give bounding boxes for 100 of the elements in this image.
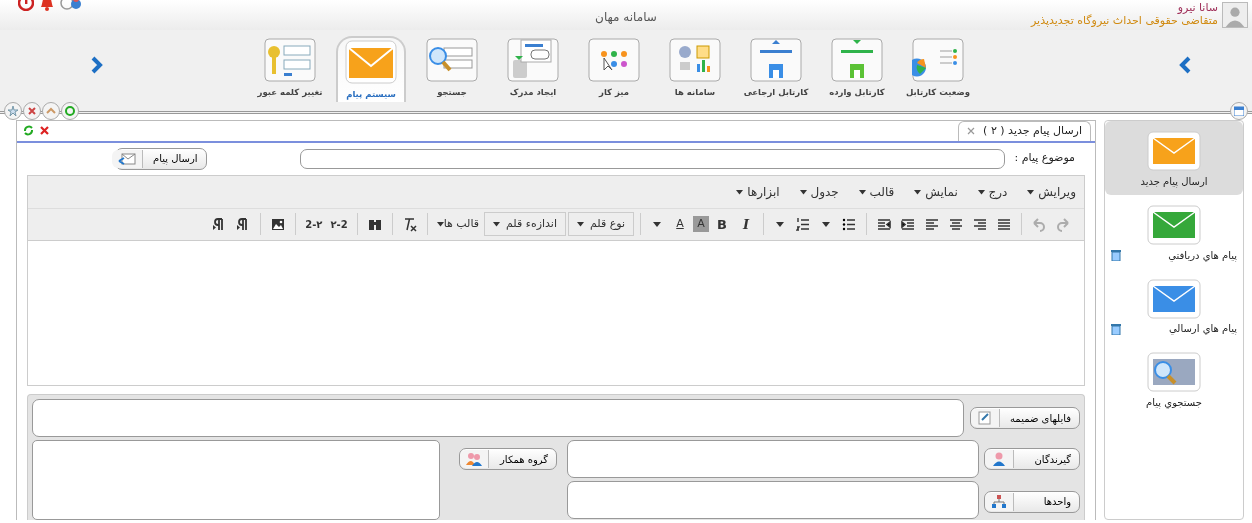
tile-icon — [345, 40, 397, 84]
star-icon — [8, 106, 18, 116]
bell-icon[interactable] — [39, 0, 54, 11]
pin-button[interactable] — [4, 102, 22, 120]
menu-item[interactable]: نمایش — [914, 182, 958, 201]
close-icon — [27, 106, 37, 116]
toolbar-tile[interactable]: کارتابل ارجاعی — [741, 30, 811, 102]
tile-icon — [426, 38, 478, 82]
menu-item[interactable]: درج — [977, 182, 1008, 201]
font-dropdown[interactable]: اندازهء قلم — [484, 212, 566, 237]
tile-icon — [588, 38, 640, 82]
align-center-icon — [949, 216, 963, 232]
tile-icon — [831, 38, 883, 82]
tile-icon — [912, 38, 964, 82]
group-field[interactable] — [32, 440, 440, 520]
toolbar-tile[interactable]: سامانه ها — [660, 30, 730, 102]
subject-field[interactable] — [299, 148, 1005, 169]
chevron-up-icon — [46, 106, 56, 116]
caret-icon — [977, 189, 985, 195]
caret-icon — [1027, 189, 1035, 195]
recipients-field[interactable] — [566, 440, 979, 478]
person-icon — [991, 452, 1007, 466]
caret-icon — [799, 189, 807, 195]
template-menu[interactable]: قالب ها — [433, 212, 483, 237]
toolbar-tile[interactable]: جستجو — [417, 30, 487, 102]
refresh-icon — [65, 106, 75, 116]
send-button[interactable]: ارسال پیام — [114, 147, 207, 170]
reply-icon — [118, 152, 137, 165]
caret-icon — [493, 221, 501, 227]
trash-icon[interactable] — [1111, 249, 1121, 261]
format-button[interactable]: 2-۲ — [302, 212, 326, 237]
justify-icon — [997, 216, 1011, 232]
clear-format-icon — [402, 216, 417, 232]
format-button[interactable]: B — [711, 212, 733, 237]
tile-icon — [669, 38, 721, 82]
toolbar-tile[interactable]: ایجاد مدرک — [498, 30, 568, 102]
close-button[interactable] — [23, 102, 41, 120]
chevron-left-icon[interactable] — [1178, 56, 1192, 74]
align-left-icon — [925, 216, 939, 232]
toolbar-tile[interactable]: وضعیت کارتابل — [903, 30, 973, 102]
trash-icon[interactable] — [1111, 322, 1121, 335]
user-name: سانا نیرو — [1176, 2, 1218, 15]
format-button[interactable]: A — [669, 212, 691, 237]
tile-icon — [507, 38, 559, 82]
caret-icon — [914, 189, 922, 195]
calendar-button[interactable] — [1230, 102, 1248, 120]
collapse-button[interactable] — [42, 102, 60, 120]
user-role: متقاضی حقوقی احداث نیروگاه تجدیدپذیر — [1031, 14, 1218, 28]
bullet-list-icon — [842, 216, 856, 232]
toolbar-tile[interactable]: میز کار — [579, 30, 649, 102]
sidebar-item[interactable]: پیام هاي ارسالي — [1105, 268, 1243, 343]
recipients-button[interactable]: گیرندگان — [984, 448, 1080, 470]
menu-item[interactable]: ابزارها — [736, 182, 780, 201]
people-icon — [466, 452, 482, 466]
undo-icon — [1032, 216, 1046, 232]
attachment-icon — [977, 411, 993, 426]
attachments-field[interactable] — [32, 399, 965, 438]
outdent-icon — [877, 216, 891, 232]
toolbar-tile[interactable]: سیستم پیام — [336, 36, 406, 102]
redo-icon — [1056, 216, 1070, 232]
sidebar-item[interactable]: پیام هاي دريافتي — [1105, 194, 1243, 269]
close-icon — [967, 127, 976, 136]
close-icon[interactable] — [39, 126, 49, 136]
subject-label: موضوع پیام : — [1014, 150, 1075, 167]
menu-item[interactable]: جدول — [799, 182, 839, 201]
refresh-button[interactable] — [61, 102, 79, 120]
image-icon — [271, 216, 286, 232]
menu-item[interactable]: ویرایش — [1027, 182, 1076, 201]
numbered-list-icon — [796, 216, 810, 232]
format-button[interactable]: ۲-2 — [327, 212, 351, 237]
caret-icon — [858, 189, 866, 195]
caret-icon — [736, 189, 744, 195]
format-button[interactable]: A — [693, 216, 709, 233]
attachments-button[interactable]: فایلهای ضمیمه — [970, 407, 1080, 430]
toolbar-tile[interactable]: کارتابل وارده — [822, 30, 892, 102]
tile-icon — [750, 38, 802, 82]
envelope-icon — [1147, 278, 1201, 319]
align-right-icon — [973, 216, 987, 232]
caret-icon — [576, 221, 584, 227]
caret-icon — [436, 221, 444, 227]
menu-item[interactable]: قالب — [858, 182, 895, 201]
units-button[interactable]: واحدها — [984, 490, 1080, 513]
avatar-icon — [1222, 2, 1248, 28]
sidebar-item[interactable]: جستجوي پیام — [1105, 342, 1243, 416]
envelope-icon — [1147, 352, 1201, 393]
chevron-right-icon[interactable] — [90, 56, 104, 74]
tile-icon — [264, 38, 316, 82]
font-dropdown[interactable]: نوع قلم — [567, 212, 634, 237]
calendar-icon — [1234, 106, 1244, 116]
units-field[interactable] — [566, 480, 979, 519]
toolbar-tile[interactable]: تغییر کلمه عبور — [255, 30, 325, 102]
group-button[interactable]: گروه همکار — [459, 448, 557, 470]
envelope-icon — [1147, 204, 1201, 245]
envelope-icon — [1147, 131, 1201, 171]
indent-icon — [901, 216, 915, 232]
format-button[interactable]: I — [735, 212, 757, 237]
sidebar-item[interactable]: ارسال پیام جدید — [1105, 121, 1243, 195]
refresh-icon[interactable] — [23, 125, 34, 137]
document-tab[interactable]: ارسال پیام جدید ( ۲ ) — [958, 121, 1091, 141]
org-chart-icon — [991, 494, 1007, 509]
